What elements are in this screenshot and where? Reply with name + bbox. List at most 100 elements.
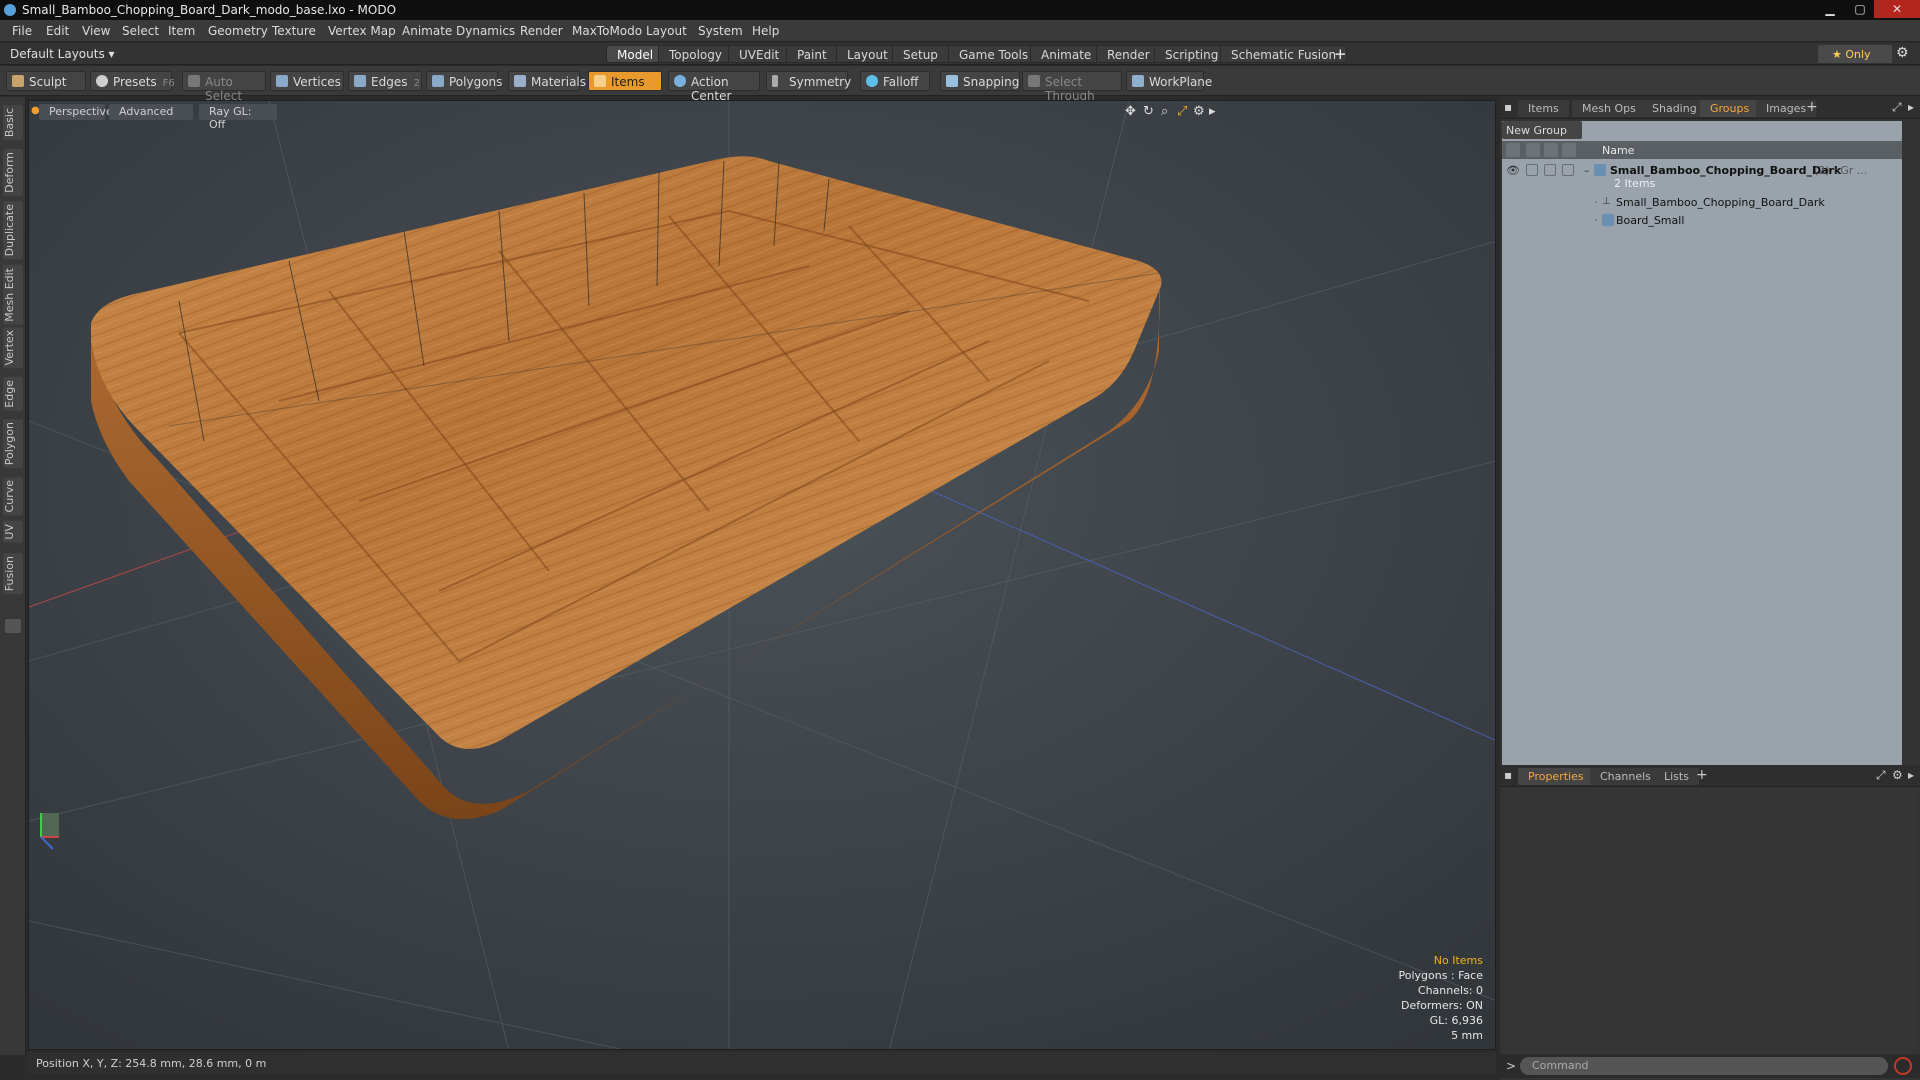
menu-system[interactable]: System xyxy=(698,24,743,38)
tab-game-tools[interactable]: Game Tools xyxy=(948,45,1040,63)
tab-vertex[interactable]: Vertex xyxy=(3,327,23,369)
zoom-icon[interactable]: ⌕ xyxy=(1161,104,1168,119)
sculpt-button[interactable]: Sculpt xyxy=(6,71,86,91)
tab-mesh-edit[interactable]: Mesh Edit xyxy=(3,265,23,325)
panel-toggle-icon[interactable] xyxy=(5,619,21,633)
menu-maxtomodo[interactable]: MaxToModo xyxy=(572,24,642,38)
minimize-button[interactable]: ▁ xyxy=(1816,0,1844,18)
list-item[interactable]: · ⊥ Small_Bamboo_Chopping_Board_Dark xyxy=(1502,193,1902,211)
panel-popout-icon[interactable]: ⤢ xyxy=(1876,768,1886,783)
menu-edit[interactable]: Edit xyxy=(46,24,69,38)
tab-setup[interactable]: Setup xyxy=(892,45,949,63)
menu-item[interactable]: Item xyxy=(168,24,195,38)
auto-select-button[interactable]: Auto Select xyxy=(182,71,266,103)
tab-edge[interactable]: Edge xyxy=(3,377,23,411)
perspective-dropdown[interactable]: Perspective xyxy=(39,104,113,120)
tab-properties[interactable]: Properties xyxy=(1518,768,1594,785)
default-layouts-dropdown[interactable]: Default Layouts ▾ xyxy=(10,47,115,61)
menu-render[interactable]: Render xyxy=(520,24,563,38)
add-tab-icon[interactable]: + xyxy=(1334,45,1347,63)
render-column-icon[interactable] xyxy=(1544,143,1558,157)
menu-layout[interactable]: Layout xyxy=(646,24,687,38)
tab-schematic-fusion[interactable]: Schematic Fusion xyxy=(1220,45,1348,63)
edges-button[interactable]: Edges 2 xyxy=(348,71,422,91)
items-icon xyxy=(594,75,606,87)
collapse-icon[interactable]: – xyxy=(1584,164,1590,177)
menu-animate[interactable]: Animate xyxy=(402,24,452,38)
panel-settings-icon[interactable]: ⚙ xyxy=(1892,768,1903,782)
tab-polygon[interactable]: Polygon xyxy=(3,419,23,469)
select-through-button[interactable]: Select Through xyxy=(1022,71,1122,103)
tab-curve[interactable]: Curve xyxy=(3,477,23,516)
fit-icon[interactable]: ⤢ xyxy=(1177,104,1187,119)
falloff-button[interactable]: Falloff xyxy=(860,71,930,91)
close-button[interactable]: ✕ xyxy=(1874,0,1920,18)
tab-items[interactable]: Items xyxy=(1518,100,1569,117)
panel-popout-icon[interactable]: ⤢ xyxy=(1892,100,1902,115)
tab-scripting[interactable]: Scripting xyxy=(1154,45,1230,63)
gear-icon[interactable]: ⚙ xyxy=(1896,45,1909,61)
stop-icon[interactable] xyxy=(1894,1057,1912,1075)
tab-animate[interactable]: Animate xyxy=(1030,45,1103,63)
select-toggle-icon[interactable] xyxy=(1562,164,1574,176)
render-toggle-icon[interactable] xyxy=(1544,164,1556,176)
tab-uv[interactable]: UV xyxy=(3,521,23,543)
menu-file[interactable]: File xyxy=(12,24,32,38)
tab-layout[interactable]: Layout xyxy=(836,45,899,63)
maximize-button[interactable]: ▢ xyxy=(1846,0,1874,18)
menu-help[interactable]: Help xyxy=(752,24,779,38)
tab-uvedit[interactable]: UVEdit xyxy=(728,45,791,63)
panel-expand-icon[interactable]: ▸ xyxy=(1908,768,1914,782)
rotate-icon[interactable]: ↻ xyxy=(1143,104,1154,119)
menu-vertex-map[interactable]: Vertex Map xyxy=(328,24,396,38)
menu-select[interactable]: Select xyxy=(122,24,159,38)
tab-render[interactable]: Render xyxy=(1096,45,1161,63)
tab-model[interactable]: Model xyxy=(606,45,665,63)
snapping-button[interactable]: Snapping xyxy=(940,71,1020,91)
panel-expand-icon[interactable]: ▸ xyxy=(1908,100,1914,114)
tab-groups[interactable]: Groups xyxy=(1700,100,1760,117)
list-item[interactable]: · Board_Small xyxy=(1502,211,1902,229)
tab-lists[interactable]: Lists xyxy=(1654,768,1699,785)
lock-column-icon[interactable] xyxy=(1526,143,1540,157)
presets-button[interactable]: Presets F6 xyxy=(90,71,175,91)
new-group-button[interactable]: New Group xyxy=(1502,121,1582,139)
select-column-icon[interactable] xyxy=(1562,143,1576,157)
group-row[interactable]: 👁 – Small_Bamboo_Chopping_Board_Dark (2)… xyxy=(1502,161,1902,191)
tab-basic[interactable]: Basic xyxy=(3,105,23,141)
tab-channels[interactable]: Channels xyxy=(1590,768,1661,785)
tab-paint[interactable]: Paint xyxy=(786,45,838,63)
viewport-settings-icon[interactable]: ⚙ xyxy=(1193,104,1205,119)
polygons-button[interactable]: Polygons xyxy=(426,71,502,91)
tab-fusion[interactable]: Fusion xyxy=(3,553,23,595)
3d-viewport[interactable]: ● Perspective Advanced Ray GL: Off ✥ ↻ ⌕… xyxy=(28,100,1496,1050)
menu-texture[interactable]: Texture xyxy=(272,24,316,38)
menu-view[interactable]: View xyxy=(82,24,110,38)
tab-deform[interactable]: Deform xyxy=(3,149,23,196)
menu-geometry[interactable]: Geometry xyxy=(208,24,268,38)
workplane-button[interactable]: WorkPlane xyxy=(1126,71,1212,91)
tab-topology[interactable]: Topology xyxy=(658,45,733,63)
lock-icon[interactable] xyxy=(1526,164,1538,176)
tab-duplicate[interactable]: Duplicate xyxy=(3,201,23,260)
viewport-expand-icon[interactable]: ▸ xyxy=(1209,104,1216,119)
symmetry-button[interactable]: Symmetry xyxy=(766,71,851,91)
materials-button[interactable]: Materials xyxy=(508,71,586,91)
tab-mesh-ops[interactable]: Mesh Ops xyxy=(1572,100,1646,117)
add-panel-tab-icon[interactable]: + xyxy=(1806,99,1818,115)
menu-dynamics[interactable]: Dynamics xyxy=(456,24,515,38)
add-panel-tab-icon[interactable]: + xyxy=(1696,767,1708,783)
raygl-toggle[interactable]: Ray GL: Off xyxy=(199,104,277,131)
pan-icon[interactable]: ✥ xyxy=(1125,104,1136,119)
advanced-dropdown[interactable]: Advanced xyxy=(109,104,193,120)
visibility-column-icon[interactable] xyxy=(1506,143,1520,157)
panel-menu-icon[interactable]: ▪ xyxy=(1504,100,1512,114)
eye-icon[interactable]: 👁 xyxy=(1506,164,1520,177)
command-input[interactable]: Command xyxy=(1520,1057,1888,1075)
panel-menu-icon[interactable]: ▪ xyxy=(1504,768,1512,782)
action-center-button[interactable]: Action Center xyxy=(668,71,760,103)
only-toggle[interactable]: ★ Only xyxy=(1818,45,1892,63)
vertices-button[interactable]: Vertices1 xyxy=(270,71,353,91)
tab-shading[interactable]: Shading xyxy=(1642,100,1707,117)
items-button[interactable]: Items xyxy=(588,71,662,91)
